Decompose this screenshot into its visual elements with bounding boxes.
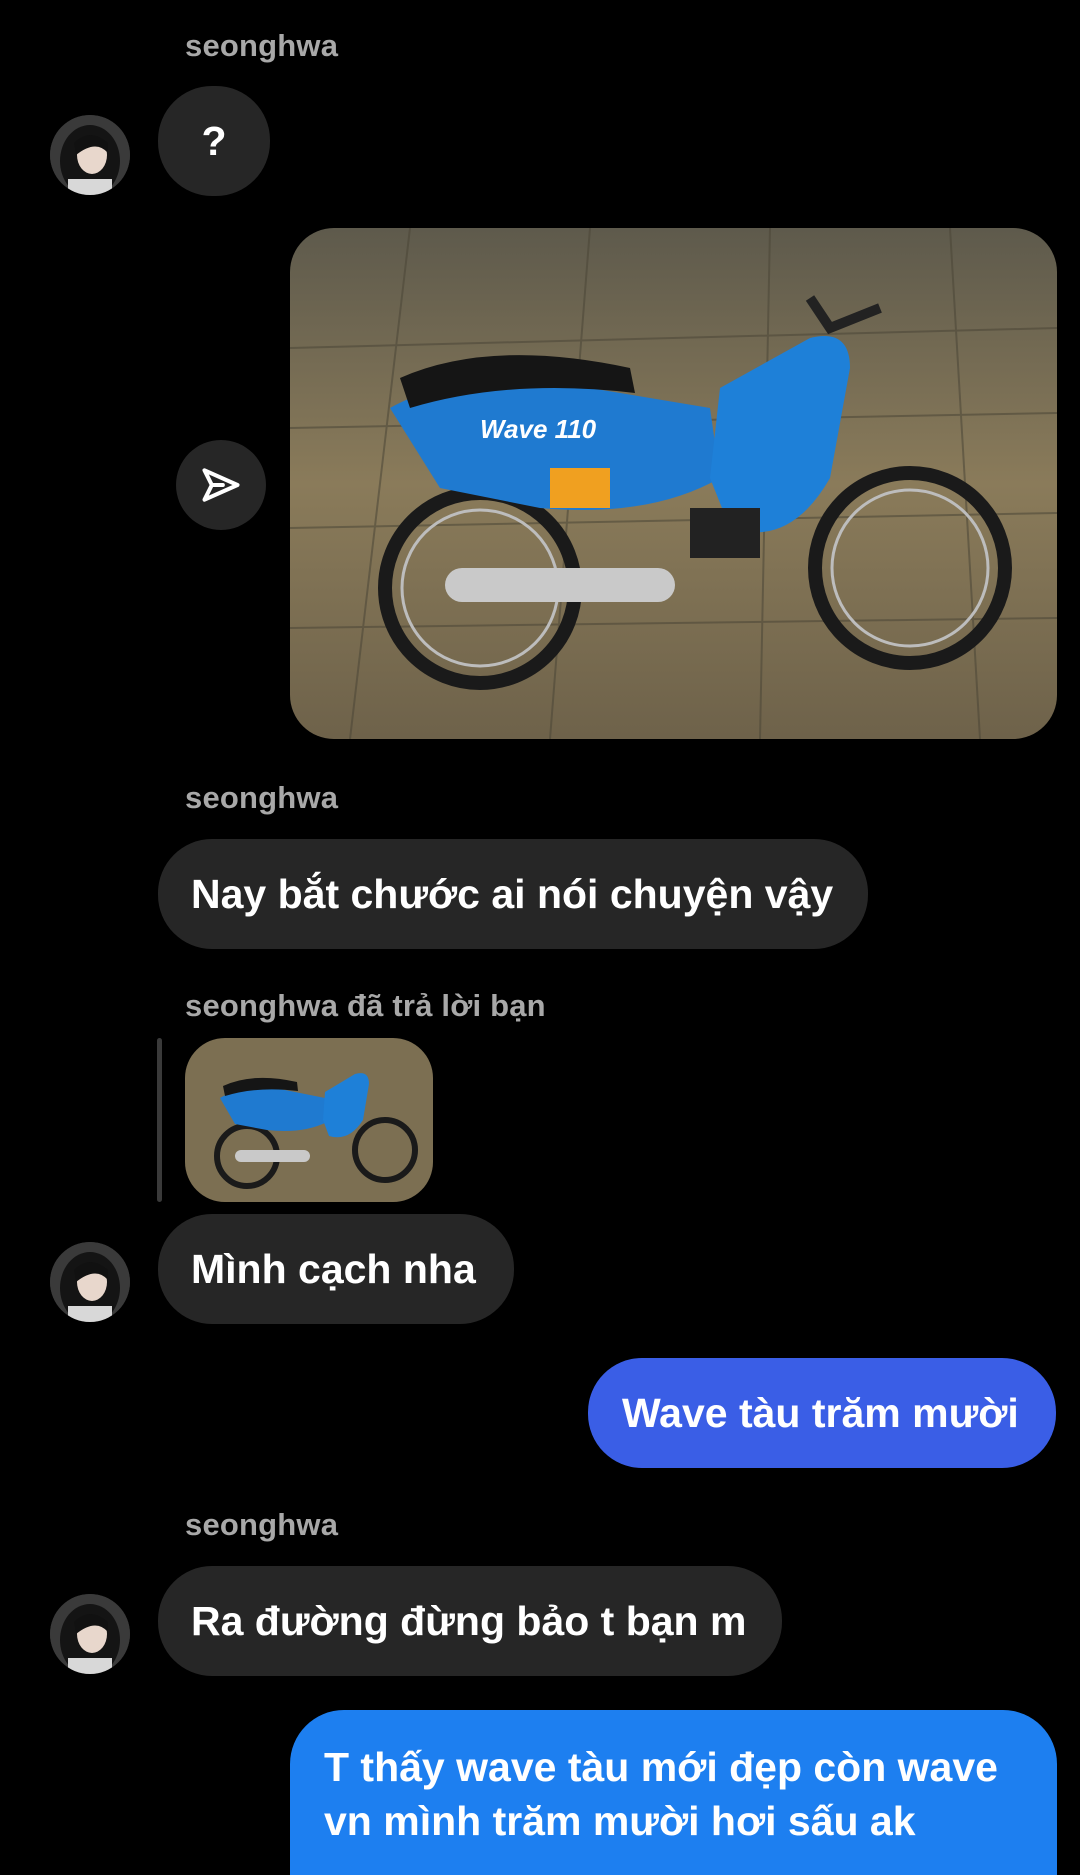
sender-name: seonghwa: [185, 1507, 339, 1542]
reply-label: seonghwa đã trả lời bạn: [185, 988, 546, 1023]
paper-plane-icon: [202, 468, 240, 502]
reply-indicator-bar: [157, 1038, 162, 1202]
outgoing-message-bubble[interactable]: Wave tàu trăm mười: [588, 1358, 1056, 1468]
shared-photo[interactable]: Wave 110: [290, 228, 1057, 739]
message-bubble[interactable]: Nay bắt chước ai nói chuyện vậy: [158, 839, 868, 949]
message-bubble[interactable]: Mình cạch nha: [158, 1214, 514, 1324]
chat-thread: seonghwa ? Wave 110 seonghwa Nay bắt chư…: [0, 0, 1080, 1875]
message-text-line-2: vn mình trăm mười hơi sấu ak: [324, 1798, 916, 1844]
avatar[interactable]: [50, 1242, 130, 1322]
avatar[interactable]: [50, 1594, 130, 1674]
sender-name: seonghwa: [185, 780, 339, 815]
message-text: ?: [201, 118, 227, 164]
avatar[interactable]: [50, 115, 130, 195]
motorbike-thumbnail: [185, 1038, 433, 1202]
message-text: Mình cạch nha: [191, 1246, 476, 1292]
sender-name: seonghwa: [185, 28, 339, 63]
message-bubble[interactable]: ?: [158, 86, 270, 196]
share-button[interactable]: [176, 440, 266, 530]
message-text-line-1: T thấy wave tàu mới đẹp còn wave: [324, 1744, 998, 1790]
avatar-image: [50, 115, 130, 195]
photo-decal-text: Wave 110: [480, 414, 597, 444]
replied-photo-thumbnail[interactable]: [185, 1038, 433, 1202]
message-bubble[interactable]: Ra đường đừng bảo t bạn m: [158, 1566, 782, 1676]
message-text: Wave tàu trăm mười: [622, 1390, 1019, 1436]
motorbike-photo: Wave 110: [290, 228, 1057, 739]
message-text: Nay bắt chước ai nói chuyện vậy: [191, 871, 834, 917]
avatar-image: [50, 1594, 130, 1674]
outgoing-message-bubble[interactable]: T thấy wave tàu mới đẹp còn wave vn mình…: [290, 1710, 1057, 1875]
avatar-image: [50, 1242, 130, 1322]
message-text: Ra đường đừng bảo t bạn m: [191, 1598, 747, 1644]
